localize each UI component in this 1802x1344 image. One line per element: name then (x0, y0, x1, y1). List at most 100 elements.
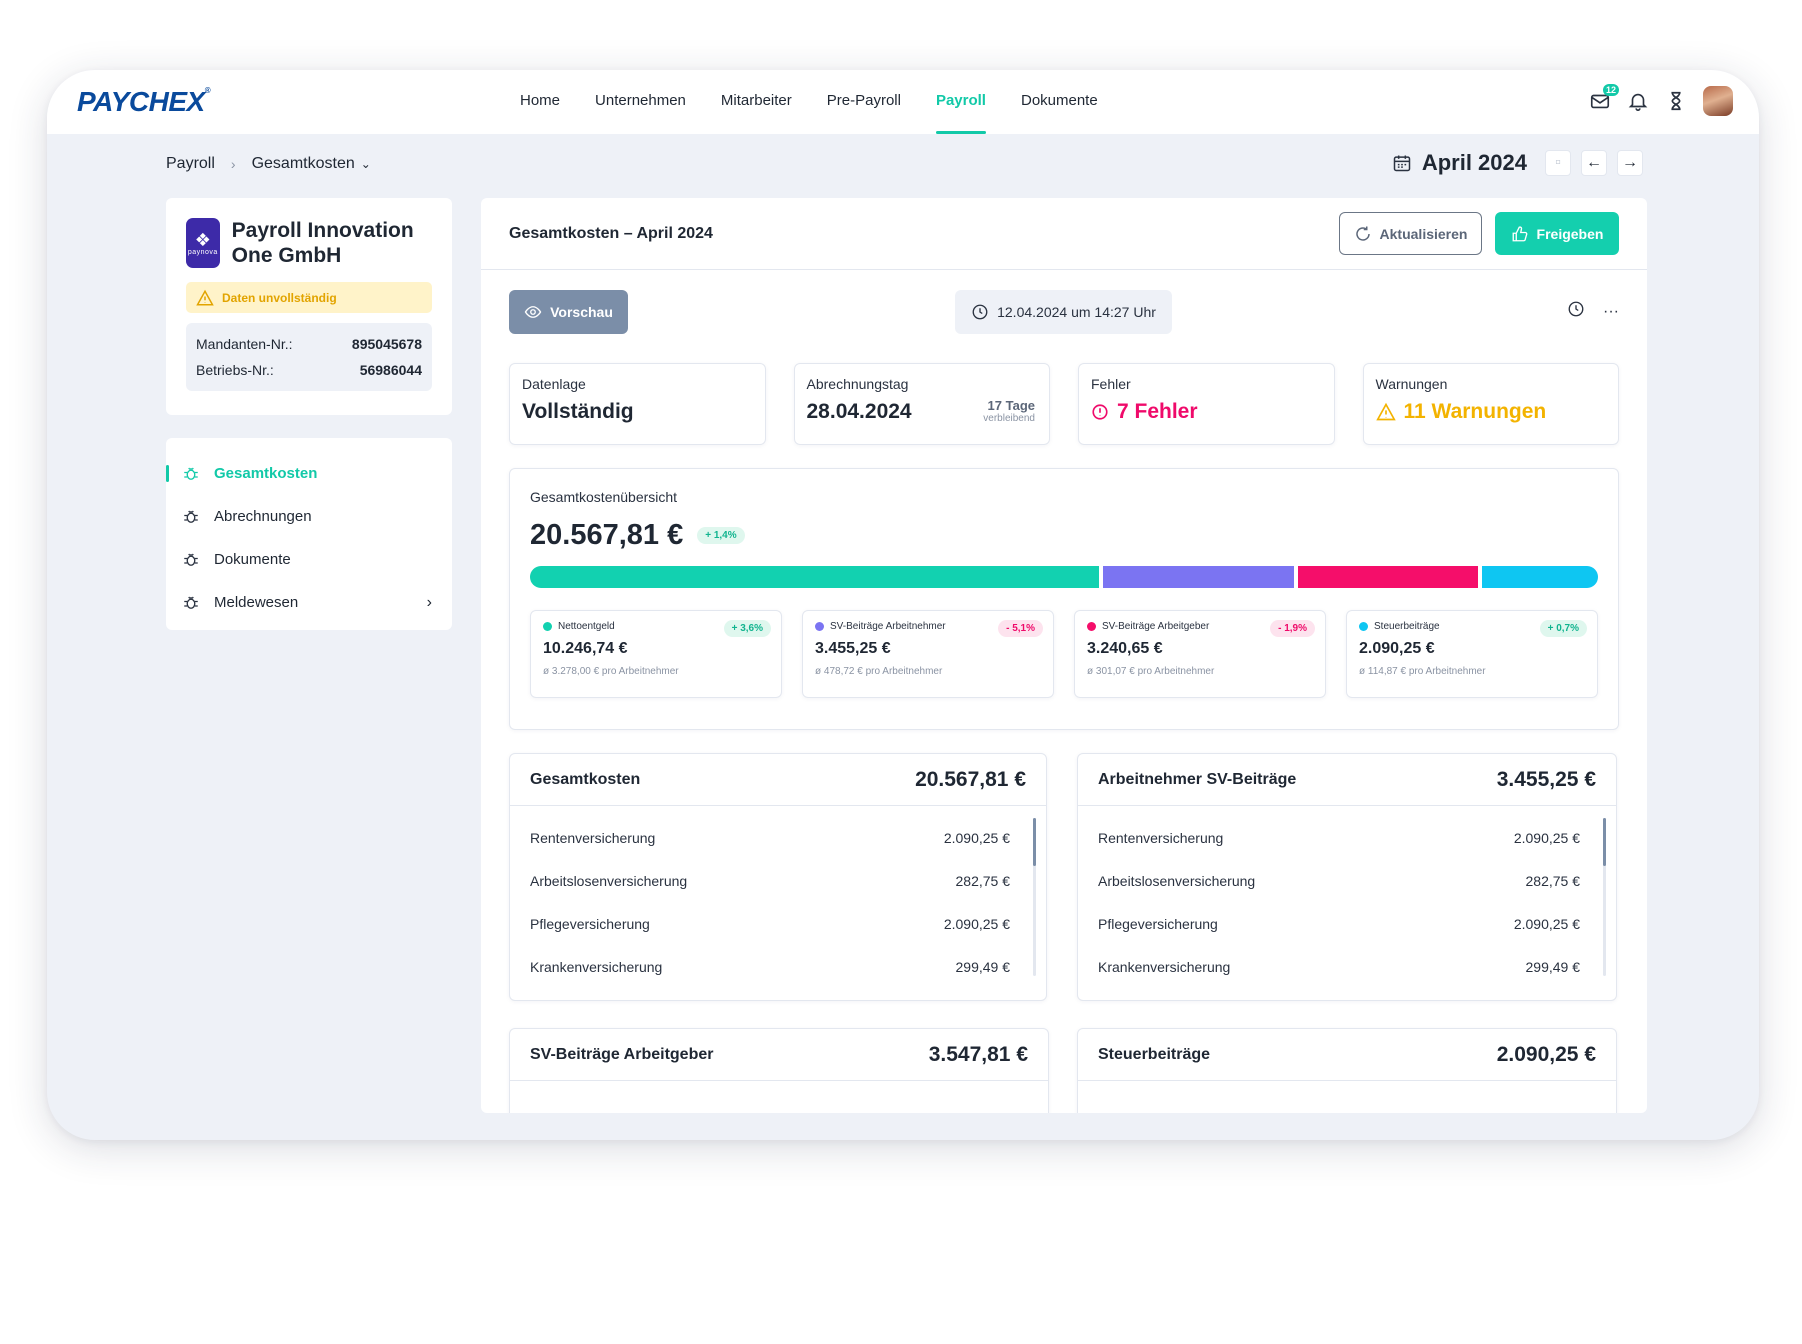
timestamp-text: 12.04.2024 um 14:27 Uhr (997, 304, 1156, 320)
company-ids: Mandanten-Nr.: 895045678 Betriebs-Nr.: 5… (186, 323, 432, 391)
top-navigation-bar: PAYCHEX® Home Unternehmen Mitarbeiter Pr… (47, 70, 1759, 134)
list-item: Pflegeversicherung 2.090,25 € (530, 902, 1010, 945)
user-avatar[interactable] (1703, 86, 1733, 116)
legend-dot (543, 622, 552, 631)
app-window: PAYCHEX® Home Unternehmen Mitarbeiter Pr… (47, 70, 1759, 1140)
panel-title: Steuerbeiträge (1098, 1045, 1211, 1063)
client-number-label: Mandanten-Nr.: (196, 336, 293, 352)
company-logo: ❖ paynova (186, 218, 220, 268)
scrollbar[interactable] (1033, 818, 1036, 976)
panel-list[interactable]: Rentenversicherung 2.090,25 € Arbeitslose… (1078, 806, 1616, 998)
category-change-badge: - 1,9% (1270, 620, 1315, 637)
more-options-icon[interactable]: ··· (1603, 303, 1619, 321)
list-item: Krankenversicherung 299,49 € (1098, 945, 1580, 988)
error-icon (1092, 404, 1108, 420)
row-value: 2.090,25 € (943, 915, 1010, 932)
category-cards: Nettoentgeld + 3,6% 10.246,74 € ø 3.278,… (530, 610, 1598, 698)
thumbs-up-icon (1512, 225, 1527, 241)
main-panel: Gesamtkosten – April 2024 Aktualisieren … (481, 198, 1647, 1113)
bug-icon (184, 467, 198, 480)
list-item: Rentenversicherung 2.090,25 € (1098, 816, 1580, 859)
release-button[interactable]: Freigeben (1495, 212, 1619, 255)
previous-period-button[interactable]: ← (1581, 150, 1607, 176)
kpi-warnings[interactable]: Warnungen 11 Warnungen (1362, 363, 1619, 445)
company-name: Payroll Innovation One GmbH (231, 219, 414, 267)
sidebar-item-abrechnungen[interactable]: Abrechnungen (166, 495, 452, 538)
days-remaining: 17 Tage (987, 398, 1035, 413)
category-card-net[interactable]: Nettoentgeld + 3,6% 10.246,74 € ø 3.278,… (530, 610, 782, 698)
calendar-picker-button[interactable]: ▫ (1545, 150, 1571, 176)
toolbar-actions: ··· (1567, 300, 1619, 323)
bug-icon (184, 596, 198, 609)
category-card-employee-sv[interactable]: SV-Beiträge Arbeitnehmer - 5,1% 3.455,25… (802, 610, 1054, 698)
company-logo-text: paynova (187, 248, 218, 256)
next-period-button[interactable]: → (1617, 150, 1643, 176)
row-value: 282,75 € (1525, 872, 1581, 889)
category-average: ø 3.278,00 € pro Arbeitnehmer (543, 666, 679, 677)
row-label: Rentenversicherung (1098, 829, 1224, 846)
paychex-logo[interactable]: PAYCHEX® (77, 86, 211, 118)
panel-total: 3.547,81 € (928, 1042, 1028, 1066)
panel-title: SV-Beiträge Arbeitgeber (530, 1045, 714, 1063)
nav-home[interactable]: Home (520, 70, 560, 134)
clock-history-icon (972, 304, 988, 320)
breadcrumb: Payroll › Gesamtkosten ⌄ (166, 155, 371, 173)
distribution-segment (530, 566, 1099, 588)
bell-icon[interactable] (1627, 90, 1649, 112)
calendar-icon (1393, 155, 1411, 172)
category-average: ø 301,07 € pro Arbeitnehmer (1087, 666, 1215, 677)
company-number-value: 56986044 (359, 362, 422, 378)
list-item: Arbeitslosenversicherung 282,75 € (1098, 859, 1580, 902)
nav-payroll[interactable]: Payroll (935, 70, 987, 134)
refresh-label: Aktualisieren (1379, 225, 1468, 242)
kpi-errors[interactable]: Fehler 7 Fehler (1078, 363, 1335, 445)
main-nav: Home Unternehmen Mitarbeiter Pre-Payroll… (520, 70, 1133, 134)
refresh-icon (1355, 226, 1370, 241)
row-label: Pflegeversicherung (530, 915, 650, 932)
nav-pre-payroll[interactable]: Pre-Payroll (827, 70, 901, 134)
refresh-button[interactable]: Aktualisieren (1339, 212, 1482, 255)
nav-mitarbeiter[interactable]: Mitarbeiter (721, 70, 792, 134)
paynova-mark-icon: ❖ (194, 229, 211, 250)
category-card-employer-sv[interactable]: SV-Beiträge Arbeitgeber - 1,9% 3.240,65 … (1074, 610, 1326, 698)
nav-dokumente[interactable]: Dokumente (1021, 70, 1098, 134)
row-value: 299,49 € (955, 958, 1011, 975)
top-actions: 12 (1589, 84, 1733, 116)
category-value: 3.455,25 € (815, 640, 891, 657)
category-value: 10.246,74 € (543, 640, 628, 657)
preview-button[interactable]: Vorschau (509, 290, 628, 334)
mail-icon[interactable]: 12 (1589, 84, 1619, 112)
kpi-value: 7 Fehler (1117, 400, 1198, 423)
panel-tax: Steuerbeiträge 2.090,25 € (1077, 1028, 1617, 1113)
category-name: Nettoentgeld (558, 621, 615, 632)
period-label[interactable]: April 2024 (1422, 150, 1527, 176)
row-label: Pflegeversicherung (1098, 915, 1218, 932)
sidebar-item-meldewesen[interactable]: Meldewesen › (166, 581, 452, 624)
history-icon[interactable] (1567, 300, 1585, 323)
hourglass-icon[interactable] (1665, 90, 1687, 112)
distribution-segment (1482, 566, 1598, 588)
last-updated-stamp: 12.04.2024 um 14:27 Uhr (955, 290, 1172, 334)
breadcrumb-root[interactable]: Payroll (166, 155, 215, 173)
kpi-row: Datenlage Vollständig Abrechnungstag 28.… (509, 363, 1619, 445)
breadcrumb-current[interactable]: Gesamtkosten ⌄ (252, 155, 371, 173)
list-item: Pflegeversicherung 2.090,25 € (1098, 902, 1580, 945)
category-change-badge: + 3,6% (723, 620, 771, 637)
warning-icon (1375, 402, 1396, 421)
kpi-billing-date: Abrechnungstag 28.04.2024 17 Tage verble… (793, 363, 1050, 445)
sidebar-item-dokumente[interactable]: Dokumente (166, 538, 452, 581)
panel-list[interactable]: Rentenversicherung 2.090,25 € Arbeitslose… (510, 806, 1046, 998)
category-change-badge: + 0,7% (1539, 620, 1587, 637)
category-value: 2.090,25 € (1359, 640, 1435, 657)
sidebar-item-gesamtkosten[interactable]: Gesamtkosten (166, 452, 452, 495)
row-label: Arbeitslosenversicherung (1098, 872, 1256, 889)
row-value: 299,49 € (1525, 958, 1581, 975)
logo-text: PAYCHEX (77, 86, 205, 117)
scrollbar[interactable] (1603, 818, 1606, 976)
nav-unternehmen[interactable]: Unternehmen (595, 70, 686, 134)
data-status-badge[interactable]: Daten unvollständig (186, 282, 432, 313)
bug-icon (184, 553, 198, 566)
overview-title: Gesamtkostenübersicht (530, 489, 678, 505)
category-change-badge: - 5,1% (998, 620, 1043, 637)
category-card-tax[interactable]: Steuerbeiträge + 0,7% 2.090,25 € ø 114,8… (1346, 610, 1598, 698)
